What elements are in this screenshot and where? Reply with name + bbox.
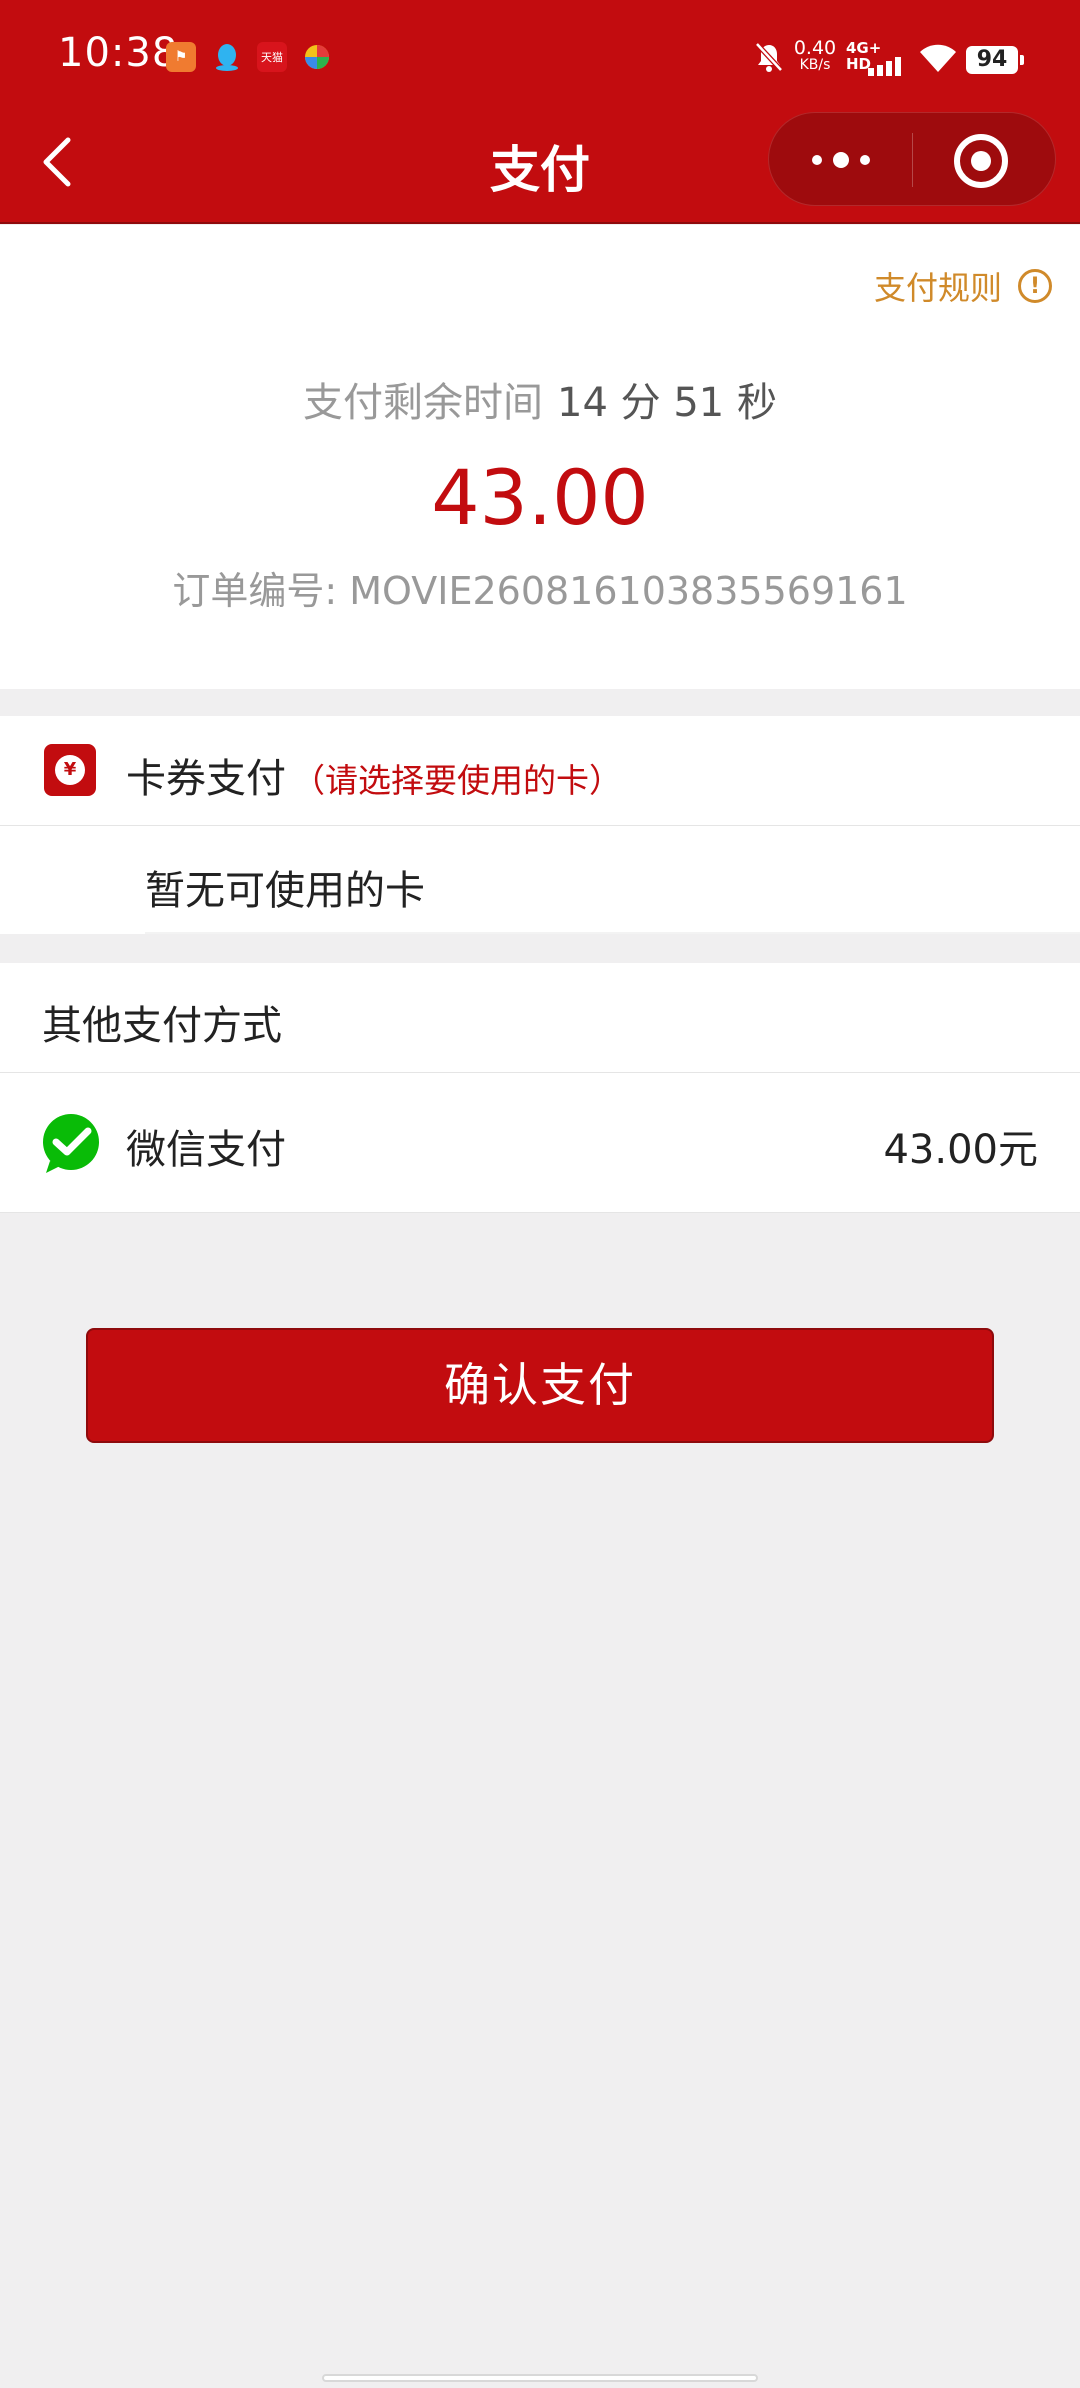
order-number: 订单编号: MOVIE260816103835569161: [172, 569, 908, 613]
net-speed-unit: KB/s: [799, 57, 831, 73]
close-mini-program-button[interactable]: [953, 133, 1009, 189]
target-circle-icon: [954, 134, 1008, 188]
coupon-payment-card: ¥ 卡券支付 （请选择要使用的卡） 暂无可使用的卡: [0, 716, 1080, 934]
more-button[interactable]: [805, 143, 877, 177]
header-bar: 10:38 ⚑ 天猫 0.40 KB/s 4G+ HD 94 支付: [0, 0, 1080, 224]
other-payment-header: 其他支付方式: [0, 963, 1080, 1073]
mini-program-capsule: [768, 112, 1056, 206]
coupon-title-text: 卡券支付: [126, 756, 286, 802]
wechat-pay-amount: 43.00元: [883, 1127, 1038, 1173]
wechat-pay-option[interactable]: 微信支付 43.00元: [0, 1073, 1080, 1213]
no-available-card-text: 暂无可使用的卡: [145, 868, 425, 914]
battery-icon: 94: [966, 46, 1024, 74]
net-speed: 0.40 KB/s: [792, 37, 838, 74]
payment-rules-label: 支付规则: [873, 269, 1002, 307]
status-time: 10:38: [58, 30, 179, 76]
signal-icon: 4G+ HD: [846, 40, 908, 76]
divider: [145, 932, 1080, 934]
payment-summary-card: 支付规则 ! 支付剩余时间 14 分 51 秒 43.00 订单编号: MOVIE…: [0, 225, 1080, 689]
coupon-title: 卡券支付 （请选择要使用的卡）: [126, 746, 622, 804]
countdown-label: 支付剩余时间: [303, 380, 544, 426]
other-payment-card: 其他支付方式 微信支付 43.00元: [0, 963, 1080, 1213]
coupon-hint: （请选择要使用的卡）: [292, 761, 622, 800]
wifi-icon: [918, 42, 958, 74]
confirm-payment-button[interactable]: 确认支付: [86, 1328, 994, 1443]
home-indicator[interactable]: [322, 2374, 758, 2382]
browser-app-icon: [302, 42, 332, 72]
other-payment-title: 其他支付方式: [42, 1003, 282, 1049]
mute-bell-icon: [752, 40, 786, 74]
wechat-pay-icon: [40, 1113, 102, 1175]
more-dots-icon: [812, 152, 870, 168]
coupon-select-row[interactable]: ¥ 卡券支付 （请选择要使用的卡）: [0, 716, 1080, 826]
nav-bar: 支付: [0, 112, 1080, 220]
payment-amount: 43.00: [431, 453, 649, 542]
notification-app-icon: ⚑: [166, 42, 196, 72]
qq-icon: [212, 42, 242, 72]
coupon-yuan-icon: ¥: [44, 744, 96, 796]
net-speed-value: 0.40: [793, 37, 837, 59]
tmall-icon: 天猫: [257, 42, 287, 72]
countdown-value: 14 分 51 秒: [557, 380, 777, 426]
wechat-pay-label: 微信支付: [126, 1127, 286, 1173]
payment-rules-link[interactable]: 支付规则 !: [874, 263, 1052, 309]
info-exclamation-icon: !: [1018, 269, 1052, 303]
capsule-divider: [912, 133, 913, 187]
status-bar: 10:38 ⚑ 天猫 0.40 KB/s 4G+ HD 94: [0, 0, 1080, 118]
countdown-row: 支付剩余时间 14 分 51 秒: [0, 370, 1080, 428]
